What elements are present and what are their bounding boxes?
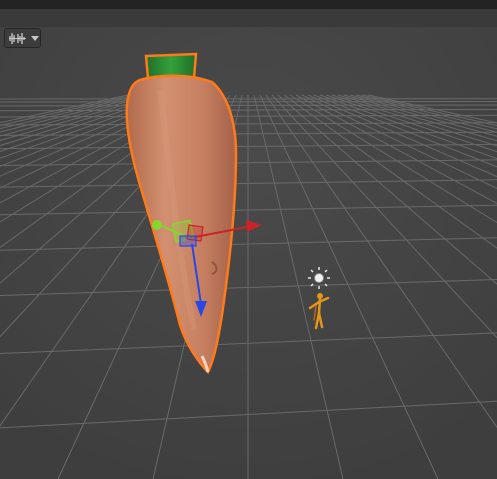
gizmo-y-handle[interactable]: [152, 220, 162, 230]
chevron-down-icon: [31, 36, 39, 41]
gizmo-plane-handle-yz[interactable]: [179, 235, 197, 247]
grid-line: [0, 100, 497, 103]
scene-canvas[interactable]: [0, 27, 497, 479]
audio-waveform-icon: [9, 33, 26, 44]
scene-toolbar: [0, 9, 497, 27]
scene-viewport[interactable]: [0, 27, 497, 479]
carrot-leaf[interactable]: [144, 52, 198, 80]
draw-mode-dropdown[interactable]: [4, 28, 41, 48]
